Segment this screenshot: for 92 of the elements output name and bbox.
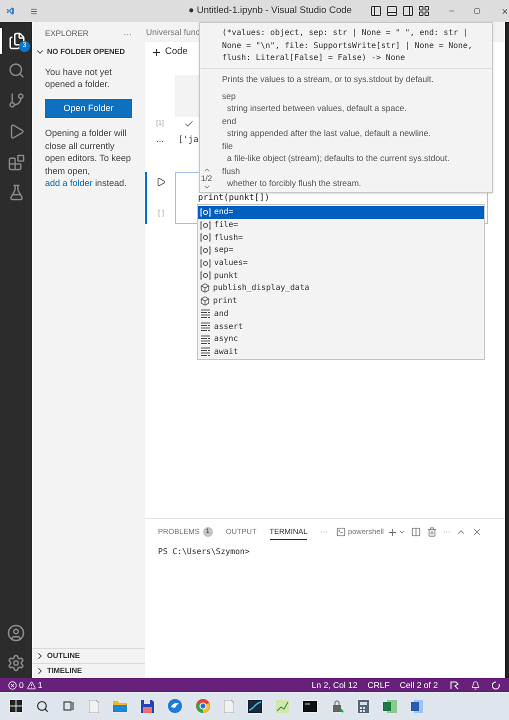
parameter-name: file xyxy=(222,140,234,152)
description: Prints the values to a stream, or to sys.stdout by default. xyxy=(222,72,435,84)
trash-icon[interactable] xyxy=(426,527,437,537)
folder-note: Opening a folder will close all currently open editors. To keep them open, add a folder instead. xyxy=(45,127,132,190)
variable-icon xyxy=(200,258,211,268)
suggestion-item[interactable]: assert xyxy=(198,320,484,333)
cell-output: ['ja xyxy=(178,134,198,146)
parameter-name: end xyxy=(222,114,238,127)
extensions-icon[interactable] xyxy=(8,154,24,171)
toggle-secondary-sidebar-icon[interactable] xyxy=(402,5,414,17)
signature-line: flush: Literal[False] = False) -> None xyxy=(222,52,406,64)
browser-icon[interactable] xyxy=(196,699,210,713)
toggle-panel-icon[interactable] xyxy=(386,5,398,17)
source-control-icon[interactable] xyxy=(8,92,24,109)
spreadsheet-icon[interactable] xyxy=(383,700,397,712)
keyword-icon xyxy=(200,309,211,318)
cube-icon xyxy=(200,296,210,306)
calculator-icon[interactable] xyxy=(358,700,369,712)
add-folder-link[interactable]: add a folder xyxy=(45,178,93,188)
chevron-down-icon[interactable] xyxy=(398,528,406,536)
split-terminal-icon[interactable] xyxy=(410,527,421,537)
parameter-description: whether to forcibly flush the stream. xyxy=(226,177,362,190)
word-processor-icon[interactable] xyxy=(411,700,423,712)
flask-icon[interactable] xyxy=(8,184,24,201)
chart-icon[interactable] xyxy=(276,700,289,712)
run-cell-icon[interactable] xyxy=(156,177,166,187)
windows-icon[interactable] xyxy=(10,700,22,712)
terminal-icon xyxy=(336,527,346,537)
variable-icon xyxy=(200,208,211,217)
suggestion-item[interactable]: sep= xyxy=(198,244,484,257)
open-folder-button[interactable]: Open Folder xyxy=(45,99,132,118)
keyword-icon xyxy=(200,322,211,332)
status-item[interactable]: Cell 2 of 2 xyxy=(400,678,438,692)
bell-icon[interactable] xyxy=(471,680,480,690)
add-code-button[interactable]: Code xyxy=(151,44,188,60)
suggestion-item[interactable]: publish_display_data xyxy=(198,282,484,295)
parameter-description: string appended after the last value, default a newline. xyxy=(226,127,432,140)
settings-icon[interactable] xyxy=(7,654,25,672)
suggestion-item[interactable]: flush= xyxy=(198,231,484,244)
sync-icon[interactable] xyxy=(492,680,501,690)
suggestion-item[interactable]: end= xyxy=(198,206,484,219)
signature-line: None = "\n", file: SupportsWrite[str] | None = None, xyxy=(222,40,470,52)
parameter-name: sep xyxy=(222,90,237,102)
terminal-prompt: PS C:\Users\Szymon> xyxy=(158,546,251,558)
plus-icon xyxy=(151,46,162,58)
variable-icon xyxy=(200,233,211,242)
suggestion-item[interactable]: punkt xyxy=(198,269,484,282)
next-overload-icon[interactable] xyxy=(202,183,211,191)
suggestion-item[interactable]: values= xyxy=(198,256,484,270)
parameter-description: a file-like object (stream); defaults to the current sys.stdout. xyxy=(226,152,451,164)
breadcrumb[interactable]: Universal func xyxy=(146,26,200,38)
search-icon[interactable] xyxy=(36,700,49,712)
output-menu[interactable]: ... xyxy=(145,133,175,147)
suggestion-item[interactable]: async xyxy=(198,332,484,346)
suggestion-item[interactable]: print xyxy=(198,294,484,308)
keyword-icon xyxy=(200,334,211,344)
toggle-sidebar-icon[interactable] xyxy=(370,5,382,17)
suggestion-item[interactable]: await xyxy=(198,346,484,358)
cube-icon xyxy=(200,283,210,294)
signature-line: (*values: object, sep: str | None = " ", end: str | xyxy=(222,27,469,39)
code-line: print(punkt[]) xyxy=(198,192,271,204)
terminal-icon[interactable] xyxy=(303,700,317,712)
no-folder-message: You have not yet opened a folder. xyxy=(45,66,113,90)
account-icon[interactable] xyxy=(7,624,25,642)
more-actions[interactable]: ··· xyxy=(124,28,132,40)
suggestion-item[interactable]: and xyxy=(198,308,484,320)
suggestion-item[interactable]: file= xyxy=(198,218,484,232)
status-item[interactable]: Ln 2, Col 12 xyxy=(312,678,358,692)
status-item[interactable]: CRLF xyxy=(368,678,390,692)
close-panel-icon[interactable] xyxy=(472,527,482,537)
error-count[interactable]: 0 xyxy=(19,678,24,692)
keyword-icon xyxy=(200,347,211,356)
layout-icon[interactable] xyxy=(418,5,430,17)
warning-count[interactable]: 1 xyxy=(38,678,42,692)
variable-icon xyxy=(200,246,211,255)
variable-icon xyxy=(200,220,211,230)
maximize-icon[interactable] xyxy=(474,6,480,16)
error-icon xyxy=(8,680,17,690)
window-title: ● Untitled-1.ipynb - Visual Studio Code xyxy=(188,4,352,18)
sidebar-title: EXPLORER xyxy=(45,28,89,40)
parameter-name: flush xyxy=(222,164,241,177)
folder-icon[interactable] xyxy=(113,700,127,712)
explorer-icon[interactable] xyxy=(8,32,26,50)
previous-overload-icon[interactable] xyxy=(202,166,211,174)
parameter-description: string inserted between values, default a space. xyxy=(226,102,408,114)
task-view-icon[interactable] xyxy=(63,700,75,712)
app-icon[interactable] xyxy=(248,700,262,712)
new-terminal-icon[interactable] xyxy=(386,526,398,538)
variable-icon xyxy=(200,271,211,280)
warning-icon xyxy=(26,680,36,690)
overload-counter: 1/2 xyxy=(201,174,212,183)
lock-icon[interactable] xyxy=(331,700,344,712)
